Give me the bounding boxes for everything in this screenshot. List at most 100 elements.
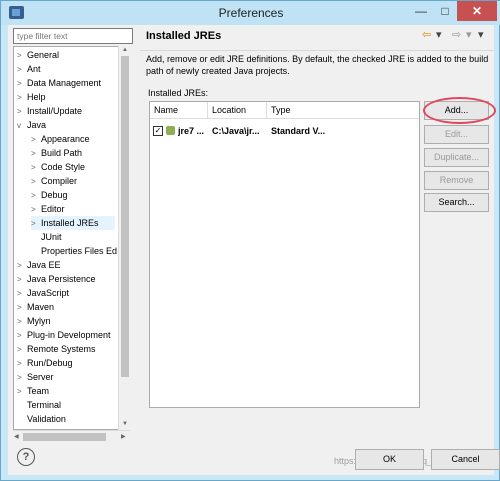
tree-item-data-management[interactable]: > Data Management <box>17 76 101 90</box>
preferences-tree: > General > Ant > Data Management > Help > In… <box>13 46 130 430</box>
tree-item-label: Properties Files Ed <box>41 246 118 256</box>
forward-arrow-icon[interactable]: ⇨ <box>452 28 461 42</box>
scroll-right-icon[interactable]: ▶ <box>121 433 126 440</box>
column-header-type[interactable]: Type <box>267 102 419 119</box>
expand-icon[interactable]: > <box>17 63 27 77</box>
tree-item-build-path[interactable]: > Build Path <box>31 146 82 160</box>
column-header-location[interactable]: Location <box>208 102 267 119</box>
tree-item-junit[interactable]: JUnit <box>41 230 62 244</box>
expand-icon[interactable]: > <box>31 175 41 189</box>
jre-name: jre7 ... <box>178 126 205 136</box>
expand-icon[interactable]: > <box>31 161 41 175</box>
search-button[interactable]: Search... <box>424 193 489 212</box>
tree-item-help[interactable]: > Help <box>17 90 46 104</box>
expand-icon[interactable]: > <box>17 105 27 119</box>
tree-item-label: Team <box>27 386 50 396</box>
expand-icon[interactable]: > <box>31 203 41 217</box>
expand-icon[interactable]: > <box>17 91 27 105</box>
tree-item-label: Java Persistence <box>27 274 96 284</box>
back-menu-icon[interactable]: ▾ <box>436 28 442 42</box>
forward-menu-icon[interactable]: ▾ <box>466 28 472 42</box>
expand-icon[interactable]: > <box>17 315 27 329</box>
expand-icon[interactable]: > <box>17 385 27 399</box>
header-divider <box>140 50 494 51</box>
tree-item-maven[interactable]: > Maven <box>17 300 54 314</box>
duplicate-button[interactable]: Duplicate... <box>424 148 489 167</box>
tree-item-plugin-development[interactable]: > Plug-in Development <box>17 328 111 342</box>
tree-horizontal-scrollbar[interactable]: ◀ ▶ <box>13 430 130 442</box>
tree-item-java-ee[interactable]: > Java EE <box>17 258 61 272</box>
tree-item-team[interactable]: > Team <box>17 384 49 398</box>
tree-item-appearance[interactable]: > Appearance <box>31 132 90 146</box>
tree-item-code-style[interactable]: > Code Style <box>31 160 85 174</box>
tree-item-label: Remote Systems <box>27 344 96 354</box>
remove-button[interactable]: Remove <box>424 171 489 190</box>
tree-item-ant[interactable]: > Ant <box>17 62 41 76</box>
filter-input[interactable] <box>13 28 133 44</box>
page-description: Add, remove or edit JRE definitions. By … <box>146 54 489 76</box>
close-button[interactable]: ✕ <box>457 1 497 21</box>
horizontal-scroll-thumb[interactable] <box>23 433 106 441</box>
tree-item-terminal[interactable]: Terminal <box>27 398 61 412</box>
expand-icon[interactable]: > <box>17 371 27 385</box>
table-row[interactable]: ✓ jre7 ... C:\Java\jr... Standard V... <box>150 124 419 138</box>
tree-item-compiler[interactable]: > Compiler <box>31 174 77 188</box>
tree-item-editor[interactable]: > Editor <box>31 202 65 216</box>
expand-icon[interactable]: > <box>17 329 27 343</box>
tree-item-installed-jres[interactable]: > Installed JREs <box>31 216 115 230</box>
default-jre-checkbox[interactable]: ✓ <box>153 126 163 136</box>
tree-item-debug[interactable]: > Debug <box>31 188 68 202</box>
tree-item-mylyn[interactable]: > Mylyn <box>17 314 51 328</box>
tree-item-label: Java <box>27 120 47 130</box>
tree-item-label: Java EE <box>27 260 61 270</box>
tree-item-java-persistence[interactable]: > Java Persistence <box>17 272 96 286</box>
scroll-down-icon[interactable]: ▼ <box>122 421 128 427</box>
tree-item-run-debug[interactable]: > Run/Debug <box>17 356 73 370</box>
help-icon[interactable]: ? <box>17 448 35 466</box>
tree-item-general[interactable]: > General <box>17 48 59 62</box>
expand-icon[interactable]: > <box>17 343 27 357</box>
tree-item-label: Maven <box>27 302 55 312</box>
title-bar: Preferences — □ ✕ <box>1 1 500 25</box>
tree-item-label: Plug-in Development <box>27 330 111 340</box>
expand-icon[interactable]: > <box>17 301 27 315</box>
expand-icon[interactable]: > <box>17 287 27 301</box>
view-menu-icon[interactable]: ▾ <box>478 28 484 42</box>
back-arrow-icon[interactable]: ⇦ <box>422 28 431 42</box>
expand-icon[interactable]: > <box>17 273 27 287</box>
expand-icon[interactable]: > <box>17 49 27 63</box>
tree-item-label: Terminal <box>27 400 62 410</box>
tree-item-label: Run/Debug <box>27 358 73 368</box>
tree-vertical-scrollbar[interactable]: ▲ ▼ <box>118 46 130 430</box>
expand-icon[interactable]: > <box>31 217 41 231</box>
expand-icon[interactable]: > <box>31 189 41 203</box>
tree-item-label: JUnit <box>41 232 62 242</box>
ok-button[interactable]: OK <box>355 449 424 470</box>
edit-button[interactable]: Edit... <box>424 125 489 144</box>
installed-jres-table: Name Location Type ✓ jre7 ... C:\Java\jr… <box>149 101 420 408</box>
tree-item-remote-systems[interactable]: > Remote Systems <box>17 342 96 356</box>
tree-item-properties-files-editor[interactable]: Properties Files Ed <box>41 244 117 258</box>
minimize-button[interactable]: — <box>409 1 433 21</box>
expand-icon[interactable]: > <box>17 357 27 371</box>
tree-item-label: Validation <box>27 414 66 424</box>
cancel-button[interactable]: Cancel <box>431 449 500 470</box>
tree-item-server[interactable]: > Server <box>17 370 54 384</box>
scroll-left-icon[interactable]: ◀ <box>14 433 19 440</box>
expand-icon[interactable]: > <box>17 259 27 273</box>
tree-item-javascript[interactable]: > JavaScript <box>17 286 69 300</box>
maximize-button[interactable]: □ <box>433 1 457 21</box>
tree-item-label: Data Management <box>27 78 102 88</box>
collapse-icon[interactable]: v <box>17 119 27 133</box>
column-header-name[interactable]: Name <box>150 102 208 119</box>
expand-icon[interactable]: > <box>31 133 41 147</box>
tree-item-label: Build Path <box>41 148 83 158</box>
tree-item-validation[interactable]: Validation <box>27 412 66 426</box>
expand-icon[interactable]: > <box>31 147 41 161</box>
tree-item-java[interactable]: v Java <box>17 118 46 132</box>
expand-icon[interactable]: > <box>17 77 27 91</box>
scroll-up-icon[interactable]: ▲ <box>122 47 128 53</box>
vertical-scroll-thumb[interactable] <box>121 56 129 377</box>
jre-type: Standard V... <box>271 126 326 136</box>
tree-item-install-update[interactable]: > Install/Update <box>17 104 82 118</box>
